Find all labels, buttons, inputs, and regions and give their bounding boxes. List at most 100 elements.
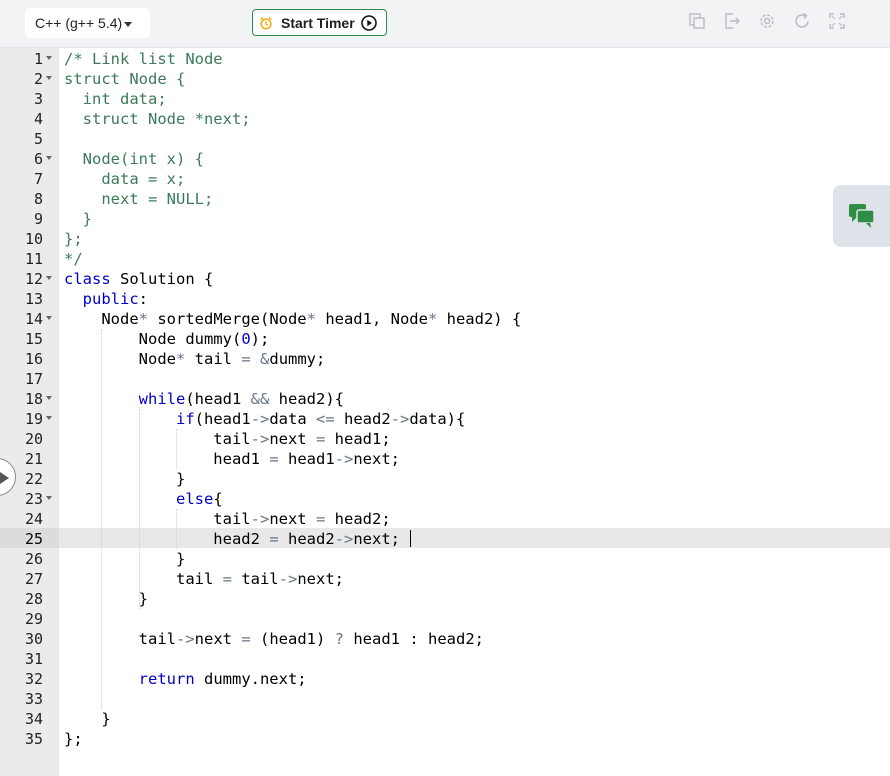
line-number: 31	[24, 650, 43, 668]
code-line[interactable]: 4 struct Node *next;	[0, 109, 890, 129]
code-line[interactable]: 31	[0, 649, 890, 669]
code-text: else{	[175, 490, 223, 508]
alarm-clock-icon	[260, 16, 272, 29]
code-text: };	[64, 730, 83, 748]
line-number: 2	[33, 70, 43, 88]
code-text: }	[64, 470, 186, 488]
code-text: struct Node {	[64, 70, 186, 88]
code-line[interactable]: 15 Node dummy(0);	[0, 329, 890, 349]
code-text: Node* sortedMerge(Node* head1, Node* hea…	[64, 310, 522, 328]
line-number: 26	[24, 550, 43, 568]
settings-icon[interactable]	[758, 12, 776, 30]
copy-icon[interactable]	[688, 12, 706, 30]
code-line[interactable]: 9 }	[0, 209, 890, 229]
line-number: 3	[33, 90, 43, 108]
line-number: 19	[24, 410, 43, 428]
code-line[interactable]: 1 /* Link list Node	[0, 49, 890, 69]
code-text: data = x;	[64, 170, 186, 188]
fold-arrow-icon[interactable]	[46, 276, 52, 280]
sign-out-icon[interactable]	[723, 12, 741, 30]
code-text: struct Node *next;	[64, 110, 251, 128]
language-select[interactable]: C++ (g++ 5.4)	[25, 8, 150, 38]
editor-toolbar: C++ (g++ 5.4) Start Timer	[0, 0, 890, 48]
line-number: 35	[24, 730, 43, 748]
code-line[interactable]: 34 }	[0, 709, 890, 729]
code-line[interactable]: 22 }	[0, 469, 890, 489]
code-text: }	[64, 550, 186, 568]
play-circle-icon	[360, 14, 377, 31]
code-text: tail = tail->next;	[64, 570, 344, 588]
code-line[interactable]: 33	[0, 689, 890, 709]
toolbar-icons	[688, 12, 863, 30]
line-number: 29	[24, 610, 43, 628]
code-line[interactable]: 23 else{	[0, 489, 890, 509]
chat-icon	[848, 204, 875, 228]
code-editor[interactable]: 1/* Link list Node 2 struct Node {3 int da…	[0, 48, 890, 776]
line-number: 24	[24, 510, 43, 528]
start-timer-button[interactable]: Start Timer	[252, 9, 387, 36]
code-line[interactable]: 18 while(head1 && head2){	[0, 389, 890, 409]
code-line[interactable]: 25 head2 = head2->next;	[0, 529, 890, 549]
fold-arrow-icon[interactable]	[46, 416, 52, 420]
fold-arrow-icon[interactable]	[46, 56, 52, 60]
code-text: if(head1->data <= head2->data){	[175, 410, 466, 428]
reset-icon[interactable]	[793, 12, 811, 30]
code-line[interactable]: 2 struct Node {	[0, 69, 890, 89]
chevron-down-icon	[124, 22, 133, 27]
code-text: tail->next = head2;	[64, 510, 391, 528]
code-line[interactable]: 14 Node* sortedMerge(Node* head1, Node* …	[0, 309, 890, 329]
code-line[interactable]: 8 next = NULL;	[0, 189, 890, 209]
chat-button[interactable]	[833, 185, 890, 247]
code-text: public:	[82, 290, 149, 308]
code-line[interactable]: 30 tail->next = (head1) ? head1 : head2;	[0, 629, 890, 649]
code-line[interactable]: 5	[0, 129, 890, 149]
code-line[interactable]: 19 if(head1->data <= head2->data){	[0, 409, 890, 429]
line-number: 6	[33, 150, 43, 168]
line-number: 20	[24, 430, 43, 448]
code-text: }	[64, 590, 148, 608]
code-text: }	[64, 710, 111, 728]
line-number: 12	[24, 270, 43, 288]
line-number: 10	[24, 230, 43, 248]
line-number: 7	[33, 170, 43, 188]
fold-arrow-icon[interactable]	[46, 496, 52, 500]
code-line[interactable]: 16 Node* tail = &dummy;	[0, 349, 890, 369]
code-line[interactable]: 29	[0, 609, 890, 629]
line-number: 32	[24, 670, 43, 688]
code-text: tail->next = head1;	[64, 430, 391, 448]
line-number: 14	[24, 310, 43, 328]
code-line[interactable]: 26 }	[0, 549, 890, 569]
line-number: 18	[24, 390, 43, 408]
code-line[interactable]: 7 data = x;	[0, 169, 890, 189]
code-line[interactable]: 10};	[0, 229, 890, 249]
play-icon	[0, 472, 9, 484]
fullscreen-icon[interactable]	[828, 12, 846, 30]
fold-arrow-icon[interactable]	[46, 156, 52, 160]
code-line[interactable]: 3 int data;	[0, 89, 890, 109]
code-line[interactable]: 24 tail->next = head2;	[0, 509, 890, 529]
code-line[interactable]: 27 tail = tail->next;	[0, 569, 890, 589]
code-line[interactable]: 6 Node(int x) {	[0, 149, 890, 169]
fold-arrow-icon[interactable]	[46, 316, 52, 320]
line-number: 33	[24, 690, 43, 708]
code-text: Node(int x) {	[64, 150, 204, 168]
code-line[interactable]: 20 tail->next = head1;	[0, 429, 890, 449]
code-line[interactable]: 28 }	[0, 589, 890, 609]
line-number: 16	[24, 350, 43, 368]
code-line[interactable]: 17	[0, 369, 890, 389]
code-text: tail->next = (head1) ? head1 : head2;	[64, 630, 484, 648]
line-number: 11	[24, 250, 43, 268]
code-line[interactable]: 32 return dummy.next;	[0, 669, 890, 689]
line-number: 15	[24, 330, 43, 348]
fold-arrow-icon[interactable]	[46, 76, 52, 80]
code-line[interactable]: 11 */	[0, 249, 890, 269]
language-select-value: C++ (g++ 5.4)	[35, 15, 123, 31]
code-text: /* Link list Node	[64, 50, 223, 68]
code-line[interactable]: 21 head1 = head1->next;	[0, 449, 890, 469]
fold-arrow-icon[interactable]	[46, 396, 52, 400]
code-text: */	[64, 250, 83, 268]
code-line[interactable]: 12 class Solution {	[0, 269, 890, 289]
code-line[interactable]: 13 public:	[0, 289, 890, 309]
code-line[interactable]: 35};	[0, 729, 890, 749]
code-text: head2 = head2->next;	[64, 530, 400, 548]
